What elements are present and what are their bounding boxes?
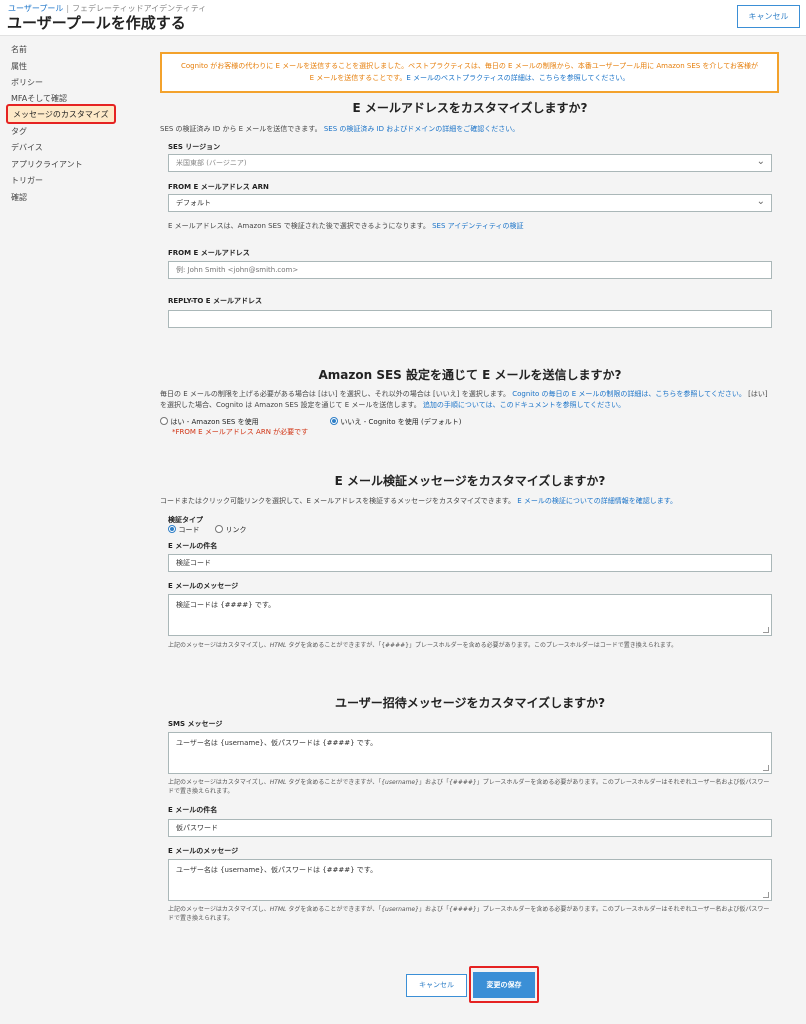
verify-type-link-label: リンク: [225, 526, 247, 534]
ses-verified-id-link[interactable]: SES の検証済み ID およびドメインの詳細をご確認ください。: [324, 125, 519, 133]
invite-subject-input[interactable]: [168, 819, 772, 837]
sms-message-label: SMS メッセージ: [168, 720, 223, 728]
header-cancel-button[interactable]: キャンセル: [737, 5, 800, 28]
from-arn-value: デフォルト: [176, 199, 211, 207]
arn-note: E メールアドレスは、Amazon SES で検証された後で選択できるようになり…: [168, 221, 783, 232]
verify-section-title: E メール検証メッセージをカスタマイズしますか?: [334, 474, 606, 488]
ses-section-desc: 毎日の E メールの制限を上げる必要がある場合は [はい] を選択し、それ以外の…: [160, 389, 775, 411]
note-username: {username}: [381, 906, 419, 913]
from-email-label: FROM E メールアドレス: [168, 249, 250, 257]
from-arn-label: FROM E メールアドレス ARN: [168, 183, 269, 191]
sidebar-item-devices[interactable]: デバイス: [11, 142, 43, 153]
ses-no-label: いいえ - Cognito を使用 (デフォルト): [340, 418, 462, 426]
invite-message-note: 上記のメッセージはカスタマイズし、HTML タグを含めることができますが、「{u…: [168, 905, 772, 923]
note-text: 」および「: [418, 906, 449, 913]
note-text: 上記のメッセージはカスタマイズし、: [168, 642, 270, 649]
ses-region-select[interactable]: 米国東部 (バージニア): [168, 154, 772, 172]
email-desc-text: SES の検証済み ID から E メールを送信できます。: [160, 125, 322, 133]
resize-handle[interactable]: [763, 892, 769, 898]
note-text: 上記のメッセージはカスタマイズし、: [168, 779, 270, 786]
invite-message-textarea[interactable]: ユーザー名は {username}、仮パスワードは {####} です。: [168, 859, 772, 901]
sidebar-item-policies[interactable]: ポリシー: [11, 77, 43, 88]
resize-handle[interactable]: [763, 627, 769, 633]
verify-subject-label: E メールの件名: [168, 542, 218, 550]
verify-subject-input[interactable]: [168, 554, 772, 572]
verify-type-link-option[interactable]: リンク: [215, 525, 247, 535]
note-code: {####}: [448, 779, 477, 786]
verify-section-desc: コードまたはクリック可能リンクを選択して、E メールアドレスを検証するメッセージ…: [160, 496, 775, 507]
notice-link[interactable]: E メールのベストプラクティスの詳細は、こちらを参照してください。: [406, 74, 629, 82]
sidebar-item-attributes[interactable]: 属性: [11, 61, 27, 72]
verify-desc-text: コードまたはクリック可能リンクを選択して、E メールアドレスを検証するメッセージ…: [160, 497, 516, 505]
ses-no-option[interactable]: いいえ - Cognito を使用 (デフォルト): [330, 417, 461, 427]
from-email-input[interactable]: [168, 261, 772, 279]
page-title: ユーザープールを作成する: [7, 14, 186, 32]
verify-type-code-option[interactable]: コード: [168, 525, 200, 535]
reply-to-label: REPLY-TO E メールアドレス: [168, 297, 262, 305]
verify-type-link-radio[interactable]: [215, 525, 223, 533]
verify-type-label: 検証タイプ: [168, 516, 203, 524]
note-text: タグを含めることができますが、「: [286, 906, 382, 913]
ses-desc-text: 毎日の E メールの制限を上げる必要がある場合は [はい] を選択し、それ以外の…: [160, 390, 510, 398]
best-practice-notice: Cognito がお客様の代わりに E メールを送信することを選択しました。ベス…: [160, 52, 779, 93]
note-code: {####}: [448, 906, 477, 913]
resize-handle[interactable]: [763, 765, 769, 771]
email-section-desc: SES の検証済み ID から E メールを送信できます。 SES の検証済み …: [160, 124, 775, 135]
sidebar-item-triggers[interactable]: トリガー: [11, 175, 43, 186]
sidebar-item-review[interactable]: 確認: [11, 192, 27, 203]
note-html: HTML: [269, 906, 287, 913]
sms-message-textarea[interactable]: ユーザー名は {username}、仮パスワードは {####} です。: [168, 732, 772, 774]
invite-message-value: ユーザー名は {username}、仮パスワードは {####} です。: [176, 866, 378, 874]
note-text: 上記のメッセージはカスタマイズし、: [168, 906, 270, 913]
verify-message-note: 上記のメッセージはカスタマイズし、HTML タグを含めることができますが、「{#…: [168, 641, 772, 650]
verify-message-textarea[interactable]: 検証コードは {####} です。: [168, 594, 772, 636]
verify-type-code-radio[interactable]: [168, 525, 176, 533]
note-username: {username}: [381, 779, 419, 786]
reply-to-input[interactable]: [168, 310, 772, 328]
note-html: HTML: [269, 642, 287, 649]
invite-message-label: E メールのメッセージ: [168, 847, 239, 855]
from-arn-select[interactable]: デフォルト: [168, 194, 772, 212]
sidebar-item-mfa[interactable]: MFAそして確認: [11, 93, 67, 104]
note-text: 」および「: [418, 779, 449, 786]
ses-region-value: 米国東部 (バージニア): [176, 159, 247, 167]
email-verify-info-link[interactable]: E メールの検証についての詳細情報を確認します。: [517, 497, 677, 505]
page-header: ユーザープール | フェデレーティッドアイデンティティ ユーザープールを作成する キ…: [0, 0, 806, 36]
ses-identity-verify-link[interactable]: SES アイデンティティの検証: [432, 222, 523, 230]
note-html: HTML: [269, 779, 287, 786]
ses-yes-warning: *FROM E メールアドレス ARN が必要です: [172, 428, 309, 436]
sidebar-item-name[interactable]: 名前: [11, 44, 27, 55]
ses-no-radio[interactable]: [330, 417, 338, 425]
additional-steps-link[interactable]: 追加の手順については、このドキュメントを参照してください。: [423, 401, 625, 409]
ses-yes-label: はい - Amazon SES を使用: [170, 418, 259, 426]
sidebar-item-app-clients[interactable]: アプリクライアント: [11, 159, 83, 170]
ses-section-title: Amazon SES 設定を通じて E メールを送信しますか?: [318, 368, 622, 382]
sms-message-note: 上記のメッセージはカスタマイズし、HTML タグを含めることができますが、「{u…: [168, 778, 772, 796]
sidebar-item-tags[interactable]: タグ: [11, 126, 27, 137]
arn-note-text: E メールアドレスは、Amazon SES で検証された後で選択できるようになり…: [168, 222, 430, 230]
daily-limit-link[interactable]: Cognito の毎日の E メールの制限の詳細は、こちらを参照してください。: [512, 390, 746, 398]
verify-type-code-label: コード: [178, 526, 200, 534]
ses-yes-radio[interactable]: [160, 417, 168, 425]
verify-message-value: 検証コードは {####} です。: [176, 601, 276, 609]
verify-message-label: E メールのメッセージ: [168, 582, 239, 590]
note-text: タグを含めることができますが、「: [286, 779, 382, 786]
email-section-title: E メールアドレスをカスタマイズしますか?: [352, 101, 588, 115]
ses-region-label: SES リージョン: [168, 143, 221, 151]
invite-subject-label: E メールの件名: [168, 806, 218, 814]
invite-section-title: ユーザー招待メッセージをカスタマイズしますか?: [334, 696, 606, 710]
cancel-button[interactable]: キャンセル: [406, 974, 467, 997]
save-changes-button[interactable]: 変更の保存: [473, 972, 535, 998]
ses-yes-option[interactable]: はい - Amazon SES を使用: [160, 417, 259, 427]
sms-message-value: ユーザー名は {username}、仮パスワードは {####} です。: [176, 739, 378, 747]
note-text: タグを含めることができますが、「{####}」プレースホルダーを含める必要があり…: [286, 642, 678, 649]
sidebar-item-message-customization[interactable]: メッセージのカスタマイズ: [6, 104, 116, 124]
